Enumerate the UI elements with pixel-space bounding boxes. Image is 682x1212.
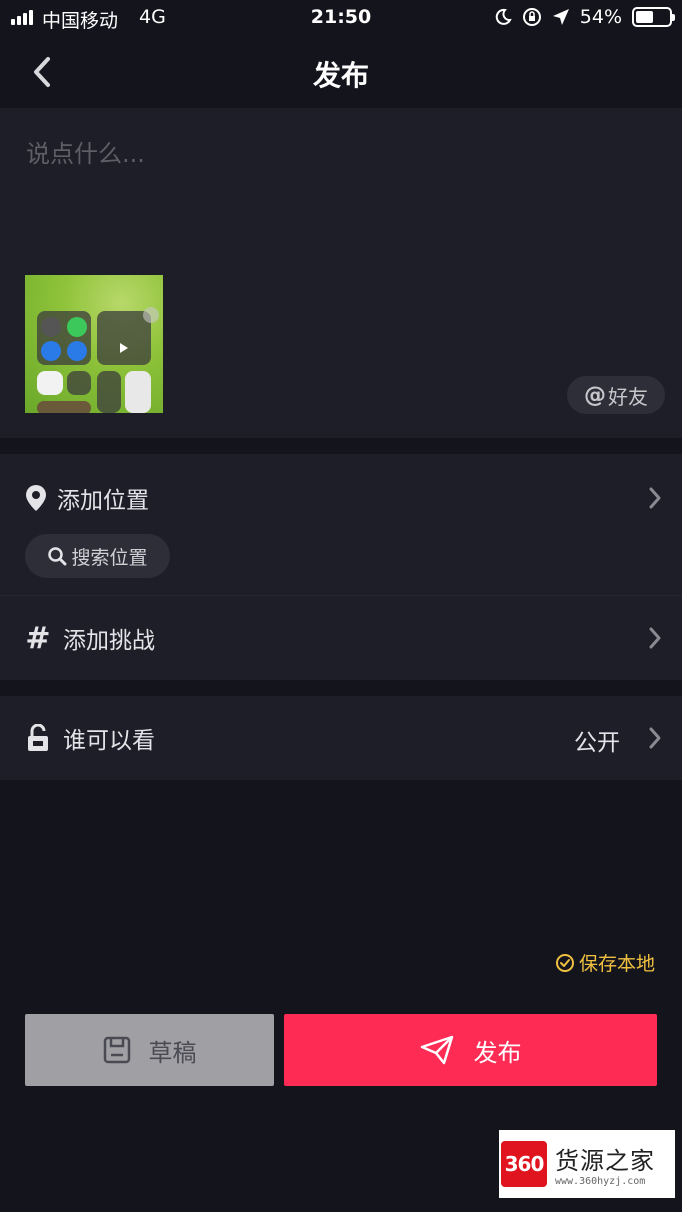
mention-friends-button[interactable]: @ 好友	[567, 376, 665, 414]
watermark-logo: 360 货源之家 www.360hyzj.com	[499, 1130, 675, 1198]
moon-icon	[495, 8, 512, 25]
save-local-toggle[interactable]: 保存本地	[555, 949, 655, 976]
chevron-right-icon	[649, 627, 661, 649]
watermark-url: www.360hyzj.com	[555, 1176, 646, 1187]
chevron-right-icon	[649, 487, 661, 509]
options-section: 添加位置 搜索位置 # 添加挑战	[0, 454, 682, 680]
add-location-row[interactable]: 添加位置	[0, 476, 682, 520]
video-thumbnail[interactable]	[25, 275, 163, 413]
draft-icon	[103, 1036, 130, 1064]
nav-bar: 发布	[0, 36, 682, 108]
watermark-name: 货源之家	[555, 1147, 655, 1175]
battery-fill	[636, 11, 654, 23]
check-circle-icon	[555, 953, 574, 972]
watermark-360-logo: 360	[501, 1141, 547, 1187]
chevron-right-icon	[649, 727, 661, 749]
add-challenge-label: 添加挑战	[63, 628, 155, 654]
mention-label: 好友	[608, 384, 648, 409]
send-icon	[420, 1035, 453, 1065]
location-pin-icon	[26, 485, 46, 511]
divider	[0, 595, 682, 596]
location-arrow-icon	[552, 9, 569, 25]
rotation-lock-icon	[522, 8, 541, 26]
draft-label: 草稿	[148, 1038, 197, 1067]
privacy-label: 谁可以看	[63, 728, 155, 754]
search-icon	[48, 547, 67, 566]
caption-section: @ 好友	[0, 108, 682, 438]
publish-button[interactable]: 发布	[284, 1014, 657, 1086]
page-title: 发布	[312, 59, 369, 92]
at-icon: @	[584, 382, 606, 408]
add-challenge-row[interactable]: # 添加挑战	[0, 616, 682, 660]
unlock-icon	[28, 724, 48, 751]
caption-input[interactable]	[26, 134, 646, 174]
publish-label: 发布	[473, 1038, 522, 1067]
add-location-label: 添加位置	[57, 488, 149, 514]
draft-button[interactable]: 草稿	[25, 1014, 274, 1086]
hashtag-icon: #	[25, 620, 51, 656]
battery-percent: 54%	[579, 6, 622, 28]
status-bar: 中国移动 4G 21:50 54%	[0, 0, 682, 36]
search-location-button[interactable]: 搜索位置	[25, 534, 170, 578]
search-location-label: 搜索位置	[71, 546, 148, 569]
save-local-label: 保存本地	[578, 953, 655, 975]
battery-icon	[632, 7, 675, 27]
privacy-value: 公开	[574, 730, 620, 756]
privacy-row[interactable]: 谁可以看 公开	[0, 696, 682, 780]
